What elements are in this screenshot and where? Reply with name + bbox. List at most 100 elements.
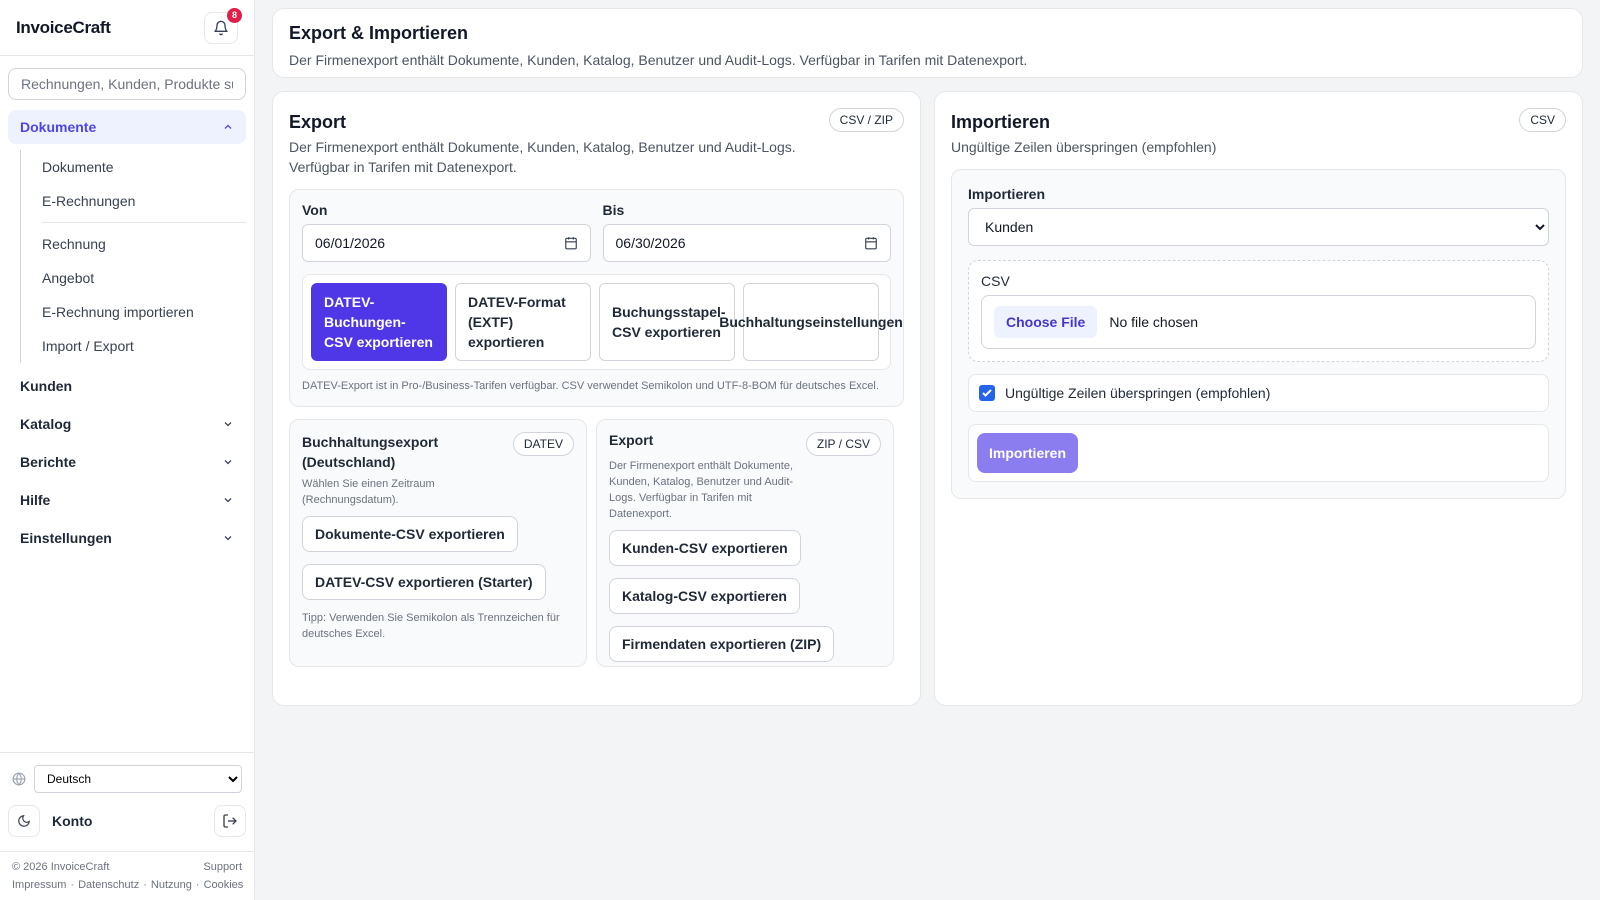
chevron-down-icon xyxy=(224,422,232,427)
company-data-zip-export-button[interactable]: Firmendaten exportieren (ZIP) xyxy=(609,626,835,662)
nutzung-link[interactable]: Nutzung xyxy=(151,879,192,891)
sidebar-footer: © 2026 InvoiceCraft Support Impressum · Da… xyxy=(0,851,254,900)
bell-icon xyxy=(214,20,228,35)
export-card: Export CSV / ZIP Der Firmenexport enthäl… xyxy=(272,91,921,706)
subnav-item-e-rechnungen[interactable]: E-Rechnungen xyxy=(21,184,254,218)
search-input[interactable] xyxy=(21,76,233,92)
theme-toggle-button[interactable] xyxy=(8,805,40,837)
accounting-export-panel: Buchhaltungsexport (Deutschland) DATEV W… xyxy=(289,419,587,667)
datev-csv-starter-export-button[interactable]: DATEV-CSV exportieren (Starter) xyxy=(302,564,546,600)
footer-separator: · xyxy=(143,879,147,891)
footer-separator: · xyxy=(195,879,200,891)
company-export-description: Der Firmenexport enthält Dokumente, Kund… xyxy=(609,460,794,520)
search-box xyxy=(8,68,246,100)
main-content: Export & Importieren Der Firmenexport en… xyxy=(272,8,1583,706)
nav-item-katalog[interactable]: Katalog xyxy=(0,405,254,443)
csv-file-input[interactable]: Choose File No file chosen xyxy=(981,295,1536,349)
copyright-text: © 2026 InvoiceCraft xyxy=(12,861,110,873)
language-select[interactable]: Deutsch xyxy=(34,765,242,793)
export-title: Export xyxy=(289,112,347,132)
datev-extf-export-button[interactable]: DATEV-Format (EXTF) exportieren xyxy=(455,283,591,361)
chevron-down-icon xyxy=(224,498,232,503)
export-description-line2: Verfügbar in Tarifen mit Datenexport. xyxy=(289,159,517,175)
import-form-panel: Importieren Kunden CSV Choose File No fi… xyxy=(951,169,1566,499)
chevron-down-icon xyxy=(224,536,232,541)
sidebar: InvoiceCraft 8 Dokumente Dokumente E-Rec… xyxy=(0,0,255,900)
import-title: Importieren xyxy=(951,112,1051,132)
customers-csv-export-button[interactable]: Kunden-CSV exportieren xyxy=(609,530,801,566)
logout-button[interactable] xyxy=(214,805,246,837)
datev-range-panel: Von 06/01/2026 Bis 06/30/2026 DATEV-Buch… xyxy=(289,189,904,407)
subnav-item-dokumente[interactable]: Dokumente xyxy=(21,150,254,184)
from-date-input[interactable]: 06/01/2026 xyxy=(302,224,591,262)
to-date-input[interactable]: 06/30/2026 xyxy=(602,224,891,262)
calendar-icon xyxy=(564,237,577,250)
impressum-link[interactable]: Impressum xyxy=(12,879,66,891)
cookies-link[interactable]: Cookies xyxy=(204,879,244,891)
nav-item-kunden[interactable]: Kunden xyxy=(0,367,254,405)
choose-file-button[interactable]: Choose File xyxy=(994,306,1098,338)
csv-label: CSV xyxy=(981,273,1010,289)
datev-note: DATEV-Export ist in Pro-/Business-Tarife… xyxy=(302,380,879,392)
account-link[interactable]: Konto xyxy=(40,813,214,829)
subnav-item-e-rechnung-importieren[interactable]: E-Rechnung importieren xyxy=(21,295,254,329)
subnav-item-angebot[interactable]: Angebot xyxy=(21,261,254,295)
footer-separator: · xyxy=(70,879,75,891)
nav-item-berichte[interactable]: Berichte xyxy=(0,443,254,481)
sidebar-bottom: Deutsch Konto © 2026 InvoiceCraft Suppor… xyxy=(0,752,254,900)
calendar-icon xyxy=(865,237,877,250)
accounting-settings-button[interactable]: Buchhaltungseinstellungen xyxy=(719,283,903,361)
subnav-item-rechnung[interactable]: Rechnung xyxy=(21,227,254,261)
datev-bookings-export-button[interactable]: DATEV-Buchungen-CSV exportieren xyxy=(311,283,447,361)
from-label: Von xyxy=(302,202,328,218)
semicolon-tip: Tipp: Verwenden Sie Semikolon als Trennz… xyxy=(302,612,560,640)
to-label: Bis xyxy=(602,202,625,218)
subnav-divider xyxy=(42,222,246,223)
page-description: Der Firmenexport enthält Dokumente, Kund… xyxy=(289,52,1028,68)
export-description: Der Firmenexport enthält Dokumente, Kund… xyxy=(289,137,904,177)
import-type-select[interactable]: Kunden xyxy=(968,208,1549,246)
accounting-export-title: Buchhaltungsexport (Deutschland) xyxy=(302,434,439,470)
nav-item-einstellungen[interactable]: Einstellungen xyxy=(0,519,254,557)
globe-icon xyxy=(12,772,26,786)
nav-group-label: Dokumente xyxy=(20,119,97,135)
import-submit-row: Importieren xyxy=(968,424,1549,482)
skip-invalid-row: Ungültige Zeilen überspringen (empfohlen… xyxy=(968,374,1549,412)
csv-drop-zone: CSV Choose File No file chosen xyxy=(968,260,1549,362)
subnav-item-import-export[interactable]: Import / Export xyxy=(21,329,254,363)
documents-csv-export-button[interactable]: Dokumente-CSV exportieren xyxy=(302,516,518,552)
export-format-badge: CSV / ZIP xyxy=(828,108,904,132)
check-icon xyxy=(982,389,992,397)
nav-item-hilfe[interactable]: Hilfe xyxy=(0,481,254,519)
brand-logo[interactable]: InvoiceCraft xyxy=(16,18,111,38)
skip-invalid-checkbox[interactable] xyxy=(979,385,995,401)
import-description: Ungültige Zeilen überspringen (empfohlen… xyxy=(951,139,1217,155)
language-row: Deutsch xyxy=(0,763,254,795)
support-link[interactable]: Support xyxy=(203,861,242,873)
from-date-value: 06/01/2026 xyxy=(315,235,386,251)
datev-badge: DATEV xyxy=(512,432,574,456)
chevron-up-icon xyxy=(224,124,232,129)
page-header-card: Export & Importieren Der Firmenexport en… xyxy=(272,8,1583,78)
nav-group-documents[interactable]: Dokumente xyxy=(8,110,246,144)
notification-badge: 8 xyxy=(227,7,242,23)
company-export-panel: Export ZIP / CSV Der Firmenexport enthäl… xyxy=(596,419,894,667)
to-date-value: 06/30/2026 xyxy=(615,235,686,251)
accounting-export-description: Wählen Sie einen Zeitraum (Rechnungsdatu… xyxy=(302,478,435,506)
brand-row: InvoiceCraft 8 xyxy=(0,0,254,56)
nav-item-label: Einstellungen xyxy=(20,530,112,546)
logout-icon xyxy=(223,814,237,828)
catalog-csv-export-button[interactable]: Katalog-CSV exportieren xyxy=(609,578,800,614)
skip-invalid-label: Ungültige Zeilen überspringen (empfohlen… xyxy=(1005,385,1271,401)
import-submit-button[interactable]: Importieren xyxy=(977,433,1079,473)
datev-actions: DATEV-Buchungen-CSV exportieren DATEV-Fo… xyxy=(302,274,903,370)
nav-item-label: Hilfe xyxy=(20,492,51,508)
nav-item-label: Berichte xyxy=(20,454,77,470)
datenschutz-link[interactable]: Datenschutz xyxy=(78,879,139,891)
notifications-button[interactable]: 8 xyxy=(204,7,242,44)
no-file-text: No file chosen xyxy=(1109,314,1199,330)
import-format-badge: CSV xyxy=(1519,108,1566,132)
booking-batch-export-button[interactable]: Buchungsstapel-CSV exportieren xyxy=(599,283,735,361)
chevron-down-icon xyxy=(224,460,232,465)
documents-subnav: Dokumente E-Rechnungen Rechnung Angebot … xyxy=(20,150,254,363)
